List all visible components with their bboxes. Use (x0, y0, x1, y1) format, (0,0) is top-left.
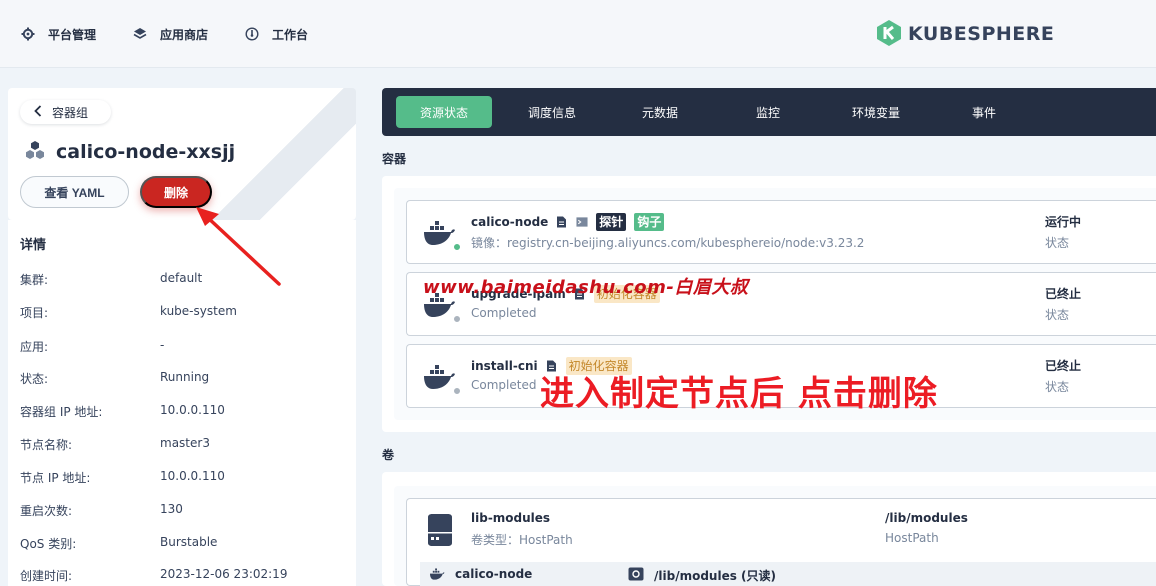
nav-platform-management[interactable]: 平台管理 (20, 24, 96, 44)
kubesphere-logo[interactable]: KUBESPHERE (876, 19, 1055, 50)
terminal-icon[interactable] (576, 216, 588, 228)
detail-value: 130 (160, 502, 183, 516)
nav-appstore-label: 应用商店 (160, 27, 209, 42)
back-button[interactable]: 容器组 (20, 100, 111, 124)
detail-row-cluster: 集群: default (20, 271, 340, 289)
detail-key: 应用: (20, 340, 49, 354)
kubesphere-logo-icon (876, 19, 902, 50)
probe-tag: 探针 (596, 213, 627, 231)
container-status-label: 状态 (1045, 236, 1070, 250)
container-state: Completed (471, 306, 537, 320)
detail-key: 创建时间: (20, 569, 73, 583)
detail-value: master3 (160, 436, 210, 450)
docker-icon (428, 568, 446, 585)
detail-key: 节点名称: (20, 438, 73, 452)
mount-path: /lib/modules (只读) (654, 569, 777, 583)
container-name: calico-node (471, 215, 549, 229)
container-name: install-cni (471, 359, 538, 373)
docker-icon (421, 215, 457, 251)
detail-row-qos: QoS 类别: Burstable (20, 535, 340, 553)
detail-value: 10.0.0.110 (160, 469, 225, 483)
detail-value: 10.0.0.110 (160, 403, 225, 417)
details-title: 详情 (20, 238, 47, 253)
containers-section-title: 容器 (382, 152, 407, 166)
nav-workbench[interactable]: 工作台 (244, 24, 308, 44)
detail-row-node-name: 节点名称: master3 (20, 436, 340, 454)
volume-mount-row: calico-node /lib/modules (只读) (420, 562, 1156, 586)
volume-path-type: HostPath (885, 531, 939, 545)
volumes-section-title: 卷 (382, 448, 395, 462)
detail-value: default (160, 271, 203, 285)
container-name-line: calico-node 探针 钩子 (471, 213, 665, 231)
detail-row-node-ip: 节点 IP 地址: 10.0.0.110 (20, 469, 340, 487)
tab-metadata[interactable]: 元数据 (612, 96, 708, 128)
detail-key: 状态: (20, 372, 49, 386)
back-label: 容器组 (52, 105, 89, 120)
detail-key: 容器组 IP 地址: (20, 405, 103, 419)
container-status-label: 状态 (1045, 380, 1070, 394)
detail-key: 重启次数: (20, 504, 73, 518)
tab-scheduling[interactable]: 调度信息 (504, 96, 600, 128)
detail-key: 集群: (20, 273, 49, 287)
detail-value: Burstable (160, 535, 218, 549)
detail-value: Running (160, 370, 210, 384)
watermark-text: www.baimeidashu.com-白眉大叔 (423, 277, 749, 298)
pod-name: calico-node-xxsjj (56, 141, 236, 163)
detail-value: - (160, 338, 165, 352)
detail-value: 2023-12-06 23:02:19 (160, 567, 288, 581)
container-status: 已终止 (1045, 359, 1082, 373)
detail-key: 节点 IP 地址: (20, 471, 91, 485)
tab-resource-status[interactable]: 资源状态 (396, 96, 492, 128)
docker-icon (421, 359, 457, 395)
detail-row-restarts: 重启次数: 130 (20, 502, 340, 520)
status-dot-running (453, 243, 461, 251)
layers-icon (132, 26, 148, 42)
detail-row-pod-ip: 容器组 IP 地址: 10.0.0.110 (20, 403, 340, 421)
disk-icon (425, 513, 455, 550)
detail-key: QoS 类别: (20, 537, 77, 551)
detail-row-project: 项目: kube-system (20, 304, 340, 322)
delete-button[interactable]: 删除 (140, 176, 212, 208)
mount-container-name: calico-node (455, 567, 533, 581)
volume-name: lib-modules (471, 511, 551, 525)
pod-group-icon (24, 139, 46, 166)
container-status: 已终止 (1045, 287, 1082, 301)
dashboard-icon (244, 26, 260, 42)
annotation-text: 进入制定节点后 点击删除 (540, 374, 938, 414)
container-status-label: 状态 (1045, 308, 1070, 322)
mount-gear-icon (628, 567, 644, 584)
container-status: 运行中 (1045, 215, 1082, 229)
volume-type: 卷类型：HostPath (471, 533, 573, 547)
detail-tabs: 资源状态 调度信息 元数据 监控 环境变量 事件 (382, 88, 1156, 136)
page-title: calico-node-xxsjj (24, 138, 235, 166)
container-state: Completed (471, 378, 537, 392)
container-image: 镜像：registry.cn-beijing.aliyuncs.com/kube… (471, 236, 865, 250)
detail-key: 项目: (20, 306, 49, 320)
detail-value: kube-system (160, 304, 237, 318)
file-icon[interactable] (556, 216, 568, 228)
nav-workbench-label: 工作台 (272, 27, 309, 42)
status-dot-terminated (453, 387, 461, 395)
chevron-left-icon (34, 104, 42, 120)
gear-icon (20, 26, 36, 42)
detail-row-app: 应用: - (20, 338, 340, 356)
status-dot-terminated (453, 315, 461, 323)
tab-environment[interactable]: 环境变量 (828, 96, 924, 128)
container-row[interactable]: calico-node 探针 钩子 镜像：registry.cn-beijing… (406, 200, 1156, 264)
tab-events[interactable]: 事件 (936, 96, 1032, 128)
nav-app-store[interactable]: 应用商店 (132, 24, 208, 44)
hook-tag: 钩子 (634, 213, 665, 231)
top-navigation: 平台管理 应用商店 工作台 KUBESPHERE (0, 0, 1156, 68)
detail-row-created: 创建时间: 2023-12-06 23:02:19 (20, 567, 340, 585)
volume-path: /lib/modules (885, 511, 968, 525)
tab-monitoring[interactable]: 监控 (720, 96, 816, 128)
nav-platform-label: 平台管理 (48, 27, 97, 42)
detail-row-status: 状态: Running (20, 370, 340, 388)
view-yaml-button[interactable]: 查看 YAML (20, 176, 129, 208)
logo-text: KUBESPHERE (908, 23, 1055, 45)
